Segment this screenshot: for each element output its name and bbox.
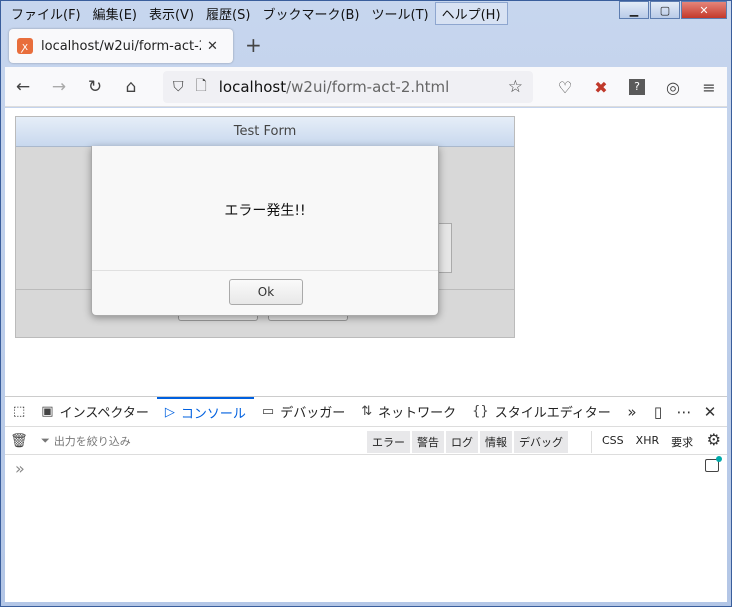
close-devtools-icon[interactable]: ✕ <box>697 403 723 421</box>
tab-debugger[interactable]: ▭ デバッガー <box>254 397 353 427</box>
dialog-divider <box>92 270 438 271</box>
tab-inspector[interactable]: ▣ インスペクター <box>33 397 157 427</box>
more-options-icon[interactable]: ⋯ <box>671 403 697 421</box>
minimize-button[interactable]: ▁ <box>619 1 649 19</box>
tab-debugger-label: デバッガー <box>280 406 346 421</box>
pocket-icon[interactable]: ♡ <box>547 78 583 97</box>
url-bar[interactable]: ⛉ 🗋 localhost/w2ui/form-act-2.html ☆ <box>163 71 533 103</box>
request-category-filters: CSS XHR 要求 <box>591 431 699 453</box>
menu-edit[interactable]: 編集(E) <box>87 3 143 24</box>
level-info[interactable]: 情報 <box>480 431 512 453</box>
tab-close-icon[interactable]: ✕ <box>207 39 218 54</box>
reload-icon[interactable]: ↻ <box>77 77 113 97</box>
console-prompt[interactable]: » <box>15 459 25 478</box>
ok-button[interactable]: Ok <box>229 279 303 305</box>
tab-style-editor[interactable]: {} スタイルエディター <box>464 397 619 427</box>
browser-tab[interactable]: ꭗ localhost/w2ui/form-act-2.ht ✕ <box>9 29 233 63</box>
debugger-icon: ▭ <box>261 404 275 419</box>
menu-file[interactable]: ファイル(F) <box>5 3 87 24</box>
menu-history[interactable]: 履歴(S) <box>200 3 256 24</box>
error-dialog: エラー発生!! Ok <box>91 146 439 316</box>
level-debug[interactable]: デバッグ <box>514 431 568 453</box>
browser-window: ファイル(F) 編集(E) 表示(V) 履歴(S) ブックマーク(B) ツール(… <box>0 0 732 607</box>
filter-icon: ⏷ <box>41 433 50 447</box>
devtools-tabs: ⬚ ▣ インスペクター ▷ コンソール ▭ デバッガー ⇅ ネットワーク {} スタイルエ… <box>5 396 727 427</box>
form-header: Test Form <box>16 117 514 147</box>
menu-bookmarks[interactable]: ブックマーク(B) <box>256 3 365 24</box>
level-warning[interactable]: 警告 <box>412 431 444 453</box>
tab-strip: ꭗ localhost/w2ui/form-act-2.ht ✕ + <box>5 27 727 65</box>
toolbar-icons: ♡ ✖ ? ◎ ≡ <box>547 67 727 107</box>
inspector-icon: ▣ <box>41 404 54 419</box>
account-icon[interactable]: ◎ <box>655 78 691 97</box>
category-xhr[interactable]: XHR <box>630 431 665 453</box>
url-path: /w2ui/form-act-2.html <box>286 78 450 96</box>
xampp-icon: ꭗ <box>17 38 33 54</box>
extension-x-icon[interactable]: ✖ <box>583 78 619 97</box>
tab-inspector-label: インスペクター <box>59 406 149 421</box>
tab-title: localhost/w2ui/form-act-2.ht <box>41 38 201 54</box>
gear-icon[interactable]: ⚙ <box>707 430 721 449</box>
navigation-bar: ← → ↻ ⌂ ⛉ 🗋 localhost/w2ui/form-act-2.ht… <box>5 67 727 107</box>
tab-network-label: ネットワーク <box>378 406 457 421</box>
window-controls: ▁ ▢ ✕ <box>618 1 727 19</box>
style-editor-icon: {} <box>472 404 489 419</box>
home-icon[interactable]: ⌂ <box>113 77 149 97</box>
page-content: Test Form エラー発生!! Ok <box>5 108 727 396</box>
close-window-button[interactable]: ✕ <box>681 1 727 19</box>
more-tabs-icon[interactable]: » <box>619 403 645 421</box>
responsive-mode-icon[interactable]: ▯ <box>645 403 671 421</box>
tab-console[interactable]: ▷ コンソール <box>156 396 254 427</box>
filter-placeholder: 出力を絞り込み <box>53 434 131 448</box>
network-icon: ⇅ <box>361 404 373 419</box>
menubar: ファイル(F) 編集(E) 表示(V) 履歴(S) ブックマーク(B) ツール(… <box>5 1 508 25</box>
tab-console-label: コンソール <box>180 407 246 422</box>
menu-help[interactable]: ヘルプ(H) <box>434 1 508 25</box>
tab-style-editor-label: スタイルエディター <box>494 406 611 421</box>
category-requests[interactable]: 要求 <box>665 431 699 453</box>
new-tab-icon[interactable]: + <box>245 33 262 57</box>
console-toolbar: 🗑 ⏷ 出力を絞り込み エラー 警告 ログ 情報 デバッグ CSS XHR 要求… <box>5 427 727 455</box>
devtools-panel: ⬚ ▣ インスペクター ▷ コンソール ▭ デバッガー ⇅ ネットワーク {} スタイルエ… <box>5 396 727 602</box>
forward-icon[interactable]: → <box>41 77 77 97</box>
url-host: localhost <box>218 78 287 96</box>
back-icon[interactable]: ← <box>5 77 41 97</box>
help-extension-icon[interactable]: ? <box>629 79 645 95</box>
menu-hamburger-icon[interactable]: ≡ <box>691 78 727 97</box>
close-icon: ✕ <box>699 3 709 17</box>
devtools-controls: » ▯ ⋯ ✕ <box>619 397 723 427</box>
filter-input[interactable]: ⏷ 出力を絞り込み <box>41 433 131 449</box>
dialog-message: エラー発生!! <box>224 203 306 219</box>
element-picker-icon[interactable]: ⬚ <box>5 397 33 427</box>
minimize-icon: ▁ <box>629 3 639 17</box>
menu-view[interactable]: 表示(V) <box>143 3 200 24</box>
level-log[interactable]: ログ <box>446 431 478 453</box>
menu-tools[interactable]: ツール(T) <box>366 3 435 24</box>
level-error[interactable]: エラー <box>367 431 410 453</box>
maximize-icon: ▢ <box>659 3 671 17</box>
tab-network[interactable]: ⇅ ネットワーク <box>353 397 464 427</box>
page-icon[interactable]: 🗋 <box>196 75 207 99</box>
shield-icon[interactable]: ⛉ <box>173 79 184 95</box>
category-css[interactable]: CSS <box>596 431 630 453</box>
bookmark-star-icon[interactable]: ☆ <box>508 77 523 97</box>
maximize-button[interactable]: ▢ <box>650 1 680 19</box>
console-icon: ▷ <box>164 405 175 420</box>
console-sidebar-icon[interactable] <box>705 456 722 472</box>
trash-icon[interactable]: 🗑 <box>5 433 33 449</box>
log-level-filters: エラー 警告 ログ 情報 デバッグ <box>367 431 570 453</box>
